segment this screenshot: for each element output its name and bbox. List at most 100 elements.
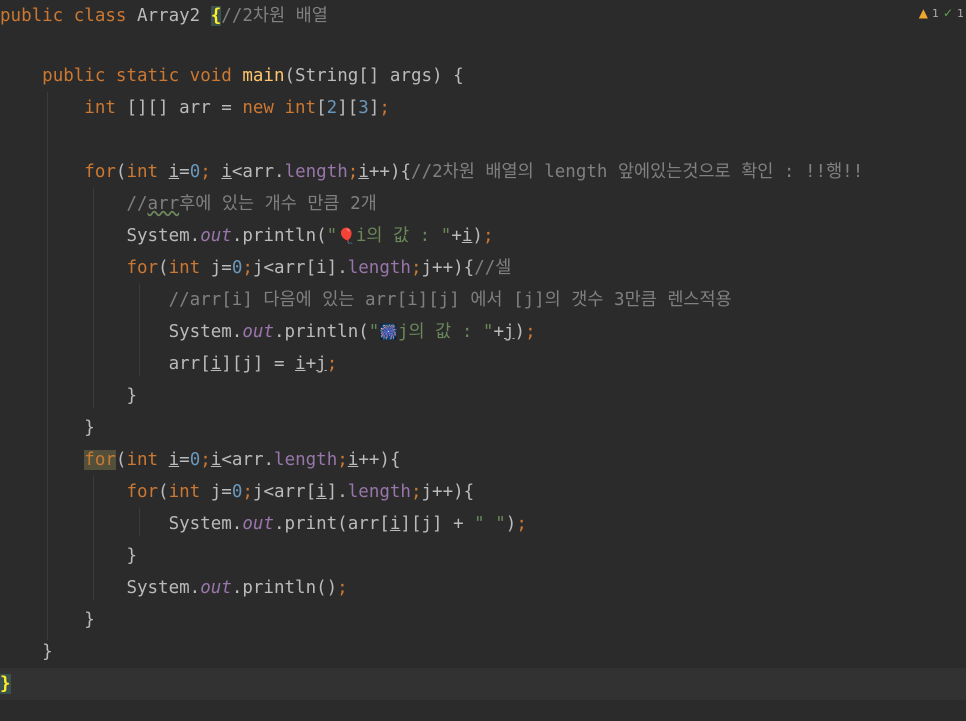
- method-call: .print(arr[: [273, 514, 390, 534]
- variable: i: [347, 450, 359, 470]
- code-line[interactable]: for(int j=0;j<arr[i].length;j++){: [0, 476, 966, 508]
- string: j의 값 :: [398, 322, 483, 342]
- field: length: [347, 482, 411, 502]
- variable: i: [221, 162, 232, 182]
- method-call: .println(: [231, 226, 327, 246]
- variable: i: [358, 162, 369, 182]
- keyword: for: [126, 258, 159, 278]
- closing-brace: }: [42, 642, 53, 662]
- code-line[interactable]: int [][] arr = new int[2][3];: [0, 92, 966, 124]
- string: ": [482, 322, 494, 342]
- number: 0: [231, 258, 243, 278]
- code-line[interactable]: System.out.println();: [0, 572, 966, 604]
- system-class: System.: [168, 322, 243, 342]
- bracket: ][: [337, 98, 359, 118]
- closing-brace: }: [126, 546, 137, 566]
- paren: ): [505, 514, 517, 534]
- expression: j<arr[: [252, 482, 317, 502]
- method-name: main: [242, 66, 285, 86]
- keyword: int: [84, 98, 116, 118]
- number: 0: [231, 482, 243, 502]
- system-class: System.: [168, 514, 243, 534]
- static-field: out: [242, 322, 274, 342]
- code-line[interactable]: public class Array2 {//2차원 배열: [0, 0, 966, 32]
- semicolon: ;: [337, 578, 348, 598]
- expression: ][j] +: [400, 514, 475, 534]
- current-code-line[interactable]: }: [0, 668, 966, 700]
- class-name: Array2: [126, 6, 211, 26]
- fireworks-emoji: 🎆: [379, 323, 399, 341]
- string: " ": [474, 514, 506, 534]
- comment: //: [126, 194, 148, 214]
- code-line[interactable]: System.out.println("🎆j의 값 : "+j);: [0, 316, 966, 348]
- semicolon: ;: [347, 162, 359, 182]
- code-line[interactable]: }: [0, 540, 966, 572]
- balloon-emoji: 🎈: [337, 227, 356, 245]
- semicolon: ;: [200, 450, 211, 470]
- keyword: new int: [242, 98, 317, 118]
- string: ": [440, 226, 452, 246]
- field: length: [347, 258, 411, 278]
- expression: ][j] =: [221, 354, 296, 374]
- operator: =: [179, 450, 190, 470]
- expression: ++){: [358, 450, 401, 470]
- typo-word: arr: [147, 194, 180, 214]
- matched-brace: {: [210, 6, 222, 26]
- number: 0: [189, 162, 201, 182]
- operator: =: [179, 162, 190, 182]
- expression: <arr.: [221, 450, 275, 470]
- closing-brace: }: [126, 386, 137, 406]
- code-line[interactable]: }: [0, 636, 966, 668]
- code-line[interactable]: }: [0, 412, 966, 444]
- number: 3: [358, 98, 369, 118]
- keyword: int: [168, 482, 201, 502]
- code-line[interactable]: System.out.println("🎈i의 값 : "+i);: [0, 220, 966, 252]
- expression: arr[: [168, 354, 211, 374]
- keyword: int: [168, 258, 201, 278]
- variable: i: [210, 450, 222, 470]
- code-line[interactable]: for(int i=0;i<arr.length;i++){: [0, 444, 966, 476]
- semicolon: ;: [410, 482, 422, 502]
- matched-brace: }: [0, 674, 11, 694]
- variable: i: [389, 514, 401, 534]
- variable: i: [461, 226, 473, 246]
- code-editor[interactable]: ▲ 1 ✓ 1 public class Array2 {//2차원 배열 pu…: [0, 0, 966, 721]
- code-line[interactable]: arr[i][j] = i+j;: [0, 348, 966, 380]
- static-field: out: [200, 578, 232, 598]
- paren: (: [158, 258, 169, 278]
- method-call: .println(: [273, 322, 369, 342]
- code-line[interactable]: for(int i=0; i<arr.length;i++){//2차원 배열의…: [0, 156, 966, 188]
- code-line[interactable]: //arr후에 있는 개수 만큼 2개: [0, 188, 966, 220]
- code-line[interactable]: //arr[i] 다음에 있는 arr[i][j] 에서 [j]의 갯수 3만큼…: [0, 284, 966, 316]
- declaration: [][] arr =: [115, 98, 243, 118]
- semicolon: ;: [482, 226, 494, 246]
- variable: j: [504, 322, 515, 342]
- semicolon: ;: [242, 258, 253, 278]
- operator: +: [451, 226, 462, 246]
- number: 2: [326, 98, 338, 118]
- closing-brace: }: [84, 418, 95, 438]
- code-line[interactable]: System.out.print(arr[i][j] + " ");: [0, 508, 966, 540]
- semicolon: ;: [200, 162, 222, 182]
- field: length: [284, 162, 348, 182]
- semicolon: ;: [242, 482, 253, 502]
- variable: i: [295, 354, 306, 374]
- code-line[interactable]: }: [0, 380, 966, 412]
- code-line[interactable]: public static void main(String[] args) {: [0, 60, 966, 92]
- code-line[interactable]: }: [0, 604, 966, 636]
- method-call: .println(): [231, 578, 338, 598]
- expression: j++){: [421, 258, 475, 278]
- code-line[interactable]: for(int j=0;j<arr[i].length;j++){//셀: [0, 252, 966, 284]
- field: length: [274, 450, 338, 470]
- static-field: out: [200, 226, 232, 246]
- paren: ): [514, 322, 526, 342]
- keyword: public static void: [42, 66, 232, 86]
- string: i의 값 :: [355, 226, 441, 246]
- highlighted-keyword: for: [84, 450, 116, 470]
- keyword: for: [84, 162, 116, 182]
- number: 0: [189, 450, 201, 470]
- comment: //2차원 배열의 length 앞에있는것으로 확인 : !!행!!: [411, 162, 864, 182]
- operator: +: [493, 322, 504, 342]
- string: ": [368, 322, 380, 342]
